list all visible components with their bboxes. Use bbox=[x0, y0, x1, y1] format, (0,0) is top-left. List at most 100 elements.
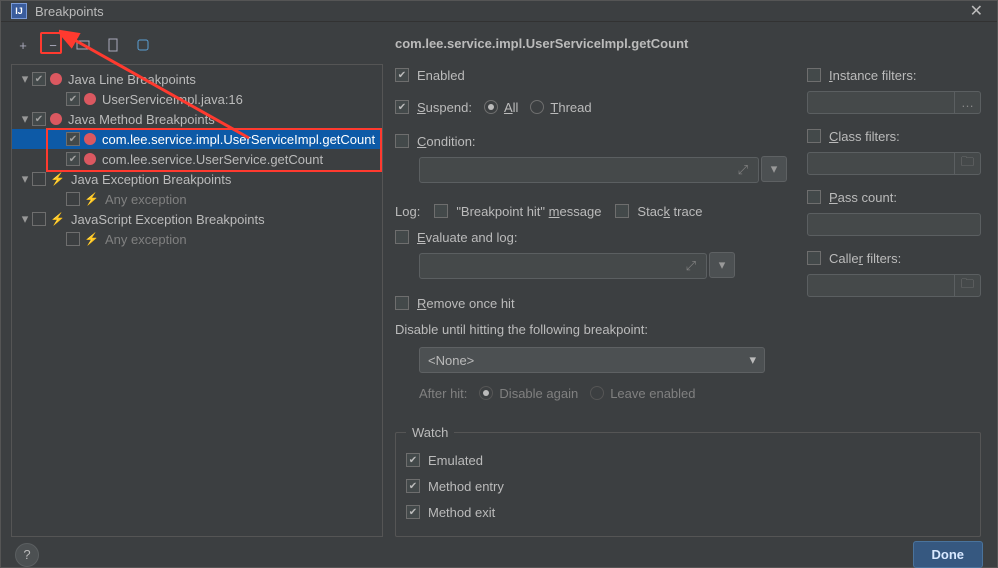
dialog-footer: ? Done bbox=[1, 541, 997, 568]
tree-group-line[interactable]: ▾ Java Line Breakpoints bbox=[12, 69, 382, 89]
caller-filters-checkbox[interactable] bbox=[807, 251, 821, 265]
class-filters-field[interactable]: 🗀 bbox=[807, 152, 981, 175]
close-icon[interactable]: ✕ bbox=[966, 1, 987, 21]
view-options-button[interactable] bbox=[73, 35, 93, 55]
preview-button[interactable] bbox=[133, 35, 153, 55]
group-button[interactable] bbox=[103, 35, 123, 55]
expand-icon[interactable]: ⤢ bbox=[686, 258, 696, 274]
bp-hit-label: "Breakpoint hit" message bbox=[456, 204, 601, 219]
breakpoints-tree[interactable]: ▾ Java Line Breakpoints ▾ UserServiceImp… bbox=[11, 64, 383, 537]
dialog-title: Breakpoints bbox=[35, 4, 966, 19]
remove-button[interactable]: − bbox=[43, 35, 63, 55]
instance-filters-checkbox[interactable] bbox=[807, 68, 821, 82]
item-checkbox[interactable] bbox=[66, 152, 80, 166]
eval-dropdown[interactable]: ▾ bbox=[709, 252, 735, 278]
pass-count-label: Pass count: bbox=[829, 190, 897, 205]
breakpoint-line-icon bbox=[50, 73, 62, 85]
breakpoint-title: com.lee.service.impl.UserServiceImpl.get… bbox=[395, 36, 981, 51]
tree-group-method[interactable]: ▾ Java Method Breakpoints bbox=[12, 109, 382, 129]
chevron-down-icon[interactable]: ▾ bbox=[18, 211, 32, 227]
radio-all-label: All bbox=[504, 100, 518, 115]
add-button[interactable]: + bbox=[13, 35, 33, 55]
class-filters-label: Class filters: bbox=[829, 129, 900, 144]
item-checkbox[interactable] bbox=[66, 132, 80, 146]
chevron-down-icon[interactable]: ▾ bbox=[18, 171, 32, 187]
item-checkbox[interactable] bbox=[66, 92, 80, 106]
instance-filters-field[interactable]: … bbox=[807, 91, 981, 114]
condition-field[interactable]: ⤢ bbox=[419, 157, 759, 183]
group-label: Java Method Breakpoints bbox=[68, 112, 215, 127]
enabled-checkbox[interactable] bbox=[395, 68, 409, 82]
chevron-down-icon[interactable]: ▾ bbox=[18, 111, 32, 127]
tree-item-line[interactable]: ▾ UserServiceImpl.java:16 bbox=[12, 89, 382, 109]
condition-dropdown[interactable]: ▾ bbox=[761, 156, 787, 182]
lightning-icon: ⚡ bbox=[84, 192, 99, 206]
group-checkbox[interactable] bbox=[32, 172, 46, 186]
done-label: Done bbox=[932, 547, 965, 562]
breakpoint-line-icon bbox=[84, 93, 96, 105]
item-label: Any exception bbox=[105, 232, 187, 247]
group-checkbox[interactable] bbox=[32, 212, 46, 226]
tree-toolbar: + − bbox=[11, 32, 383, 58]
item-label: Any exception bbox=[105, 192, 187, 207]
suspend-label: Suspend: bbox=[417, 100, 472, 115]
item-label: UserServiceImpl.java:16 bbox=[102, 92, 243, 107]
group-label: Java Exception Breakpoints bbox=[71, 172, 231, 187]
condition-checkbox[interactable] bbox=[395, 134, 409, 148]
enabled-label: Enabled bbox=[417, 68, 465, 83]
tree-group-js-exc[interactable]: ▾ ⚡ JavaScript Exception Breakpoints bbox=[12, 209, 382, 229]
remove-once-checkbox[interactable] bbox=[395, 296, 409, 310]
tree-item-method-2[interactable]: ▾ com.lee.service.UserService.getCount bbox=[12, 149, 382, 169]
stack-checkbox[interactable] bbox=[615, 204, 629, 218]
emulated-checkbox[interactable] bbox=[406, 453, 420, 467]
folder-icon[interactable]: 🗀 bbox=[954, 275, 980, 296]
eval-field[interactable]: ⤢ bbox=[419, 253, 707, 279]
breakpoint-method-icon bbox=[82, 151, 99, 168]
chevron-down-icon[interactable]: ▾ bbox=[18, 71, 32, 87]
radio-leave-enabled[interactable] bbox=[590, 386, 604, 400]
group-label: Java Line Breakpoints bbox=[68, 72, 196, 87]
breakpoint-method-icon bbox=[48, 111, 65, 128]
bp-hit-checkbox[interactable] bbox=[434, 204, 448, 218]
item-checkbox[interactable] bbox=[66, 192, 80, 206]
class-filters-checkbox[interactable] bbox=[807, 129, 821, 143]
select-value: <None> bbox=[428, 353, 474, 368]
entry-checkbox[interactable] bbox=[406, 479, 420, 493]
item-label: com.lee.service.impl.UserServiceImpl.get… bbox=[102, 132, 375, 147]
radio-all[interactable] bbox=[484, 100, 498, 114]
browse-button[interactable]: … bbox=[954, 92, 980, 113]
tree-item-any-exc-2[interactable]: ▾ ⚡ Any exception bbox=[12, 229, 382, 249]
tree-item-any-exc-1[interactable]: ▾ ⚡ Any exception bbox=[12, 189, 382, 209]
eval-checkbox[interactable] bbox=[395, 230, 409, 244]
tree-item-method-1[interactable]: ▾ com.lee.service.impl.UserServiceImpl.g… bbox=[12, 129, 382, 149]
expand-icon[interactable]: ⤢ bbox=[738, 162, 748, 178]
lightning-icon: ⚡ bbox=[50, 172, 65, 186]
help-icon: ? bbox=[23, 547, 30, 562]
lightning-icon: ⚡ bbox=[84, 232, 99, 246]
left-pane: + − ▾ Java Line Breakpoints ▾ UserServic bbox=[11, 32, 383, 537]
tree-group-java-exc[interactable]: ▾ ⚡ Java Exception Breakpoints bbox=[12, 169, 382, 189]
folder-icon[interactable]: 🗀 bbox=[954, 153, 980, 174]
right-pane: com.lee.service.impl.UserServiceImpl.get… bbox=[395, 32, 987, 537]
titlebar: IJ Breakpoints ✕ bbox=[1, 1, 997, 22]
pass-count-field[interactable] bbox=[807, 213, 981, 236]
pass-count-checkbox[interactable] bbox=[807, 190, 821, 204]
intellij-icon: IJ bbox=[11, 3, 27, 19]
help-button[interactable]: ? bbox=[15, 543, 39, 567]
radio-thread[interactable] bbox=[530, 100, 544, 114]
after-hit-label: After hit: bbox=[419, 386, 467, 401]
caller-filters-field[interactable]: 🗀 bbox=[807, 274, 981, 297]
plus-icon: + bbox=[19, 38, 27, 53]
item-checkbox[interactable] bbox=[66, 232, 80, 246]
group-checkbox[interactable] bbox=[32, 72, 46, 86]
group-checkbox[interactable] bbox=[32, 112, 46, 126]
entry-label: Method entry bbox=[428, 479, 504, 494]
disable-until-select[interactable]: <None>▾ bbox=[419, 347, 765, 373]
suspend-checkbox[interactable] bbox=[395, 100, 409, 114]
group-label: JavaScript Exception Breakpoints bbox=[71, 212, 265, 227]
radio-disable-again[interactable] bbox=[479, 386, 493, 400]
lightning-icon: ⚡ bbox=[50, 212, 65, 226]
exit-checkbox[interactable] bbox=[406, 505, 420, 519]
watch-legend: Watch bbox=[406, 425, 454, 440]
done-button[interactable]: Done bbox=[913, 541, 984, 568]
